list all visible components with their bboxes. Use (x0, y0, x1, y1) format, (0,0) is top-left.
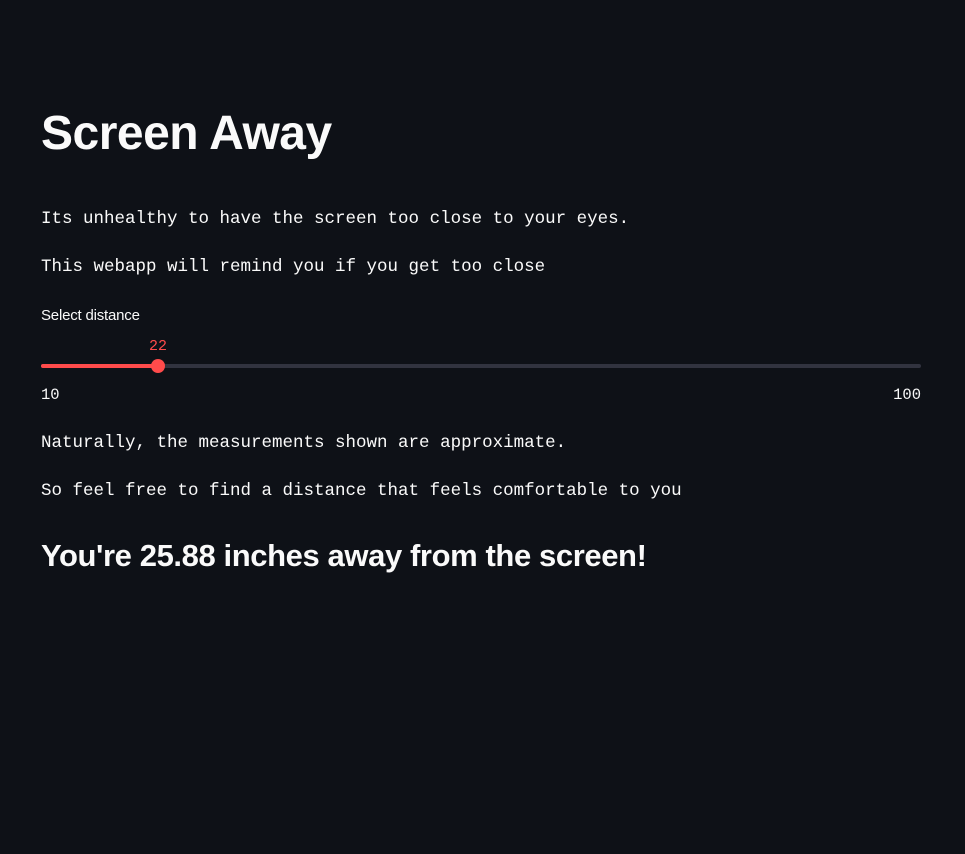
slider-max-label: 100 (893, 386, 921, 404)
page-title: Screen Away (41, 107, 332, 160)
intro-text-line-1: Its unhealthy to have the screen too clo… (41, 209, 630, 229)
slider-min-label: 10 (41, 386, 60, 404)
slider-track[interactable] (41, 364, 921, 368)
note-text-line-1: Naturally, the measurements shown are ap… (41, 433, 567, 453)
slider-current-value: 22 (148, 338, 168, 355)
intro-text-line-2: This webapp will remind you if you get t… (41, 257, 546, 277)
note-text-line-2: So feel free to find a distance that fee… (41, 481, 682, 501)
distance-slider[interactable]: 22 (41, 336, 921, 384)
slider-label: Select distance (41, 307, 140, 324)
slider-fill (41, 364, 158, 368)
distance-result-heading: You're 25.88 inches away from the screen… (41, 538, 647, 573)
slider-thumb[interactable] (151, 359, 165, 373)
